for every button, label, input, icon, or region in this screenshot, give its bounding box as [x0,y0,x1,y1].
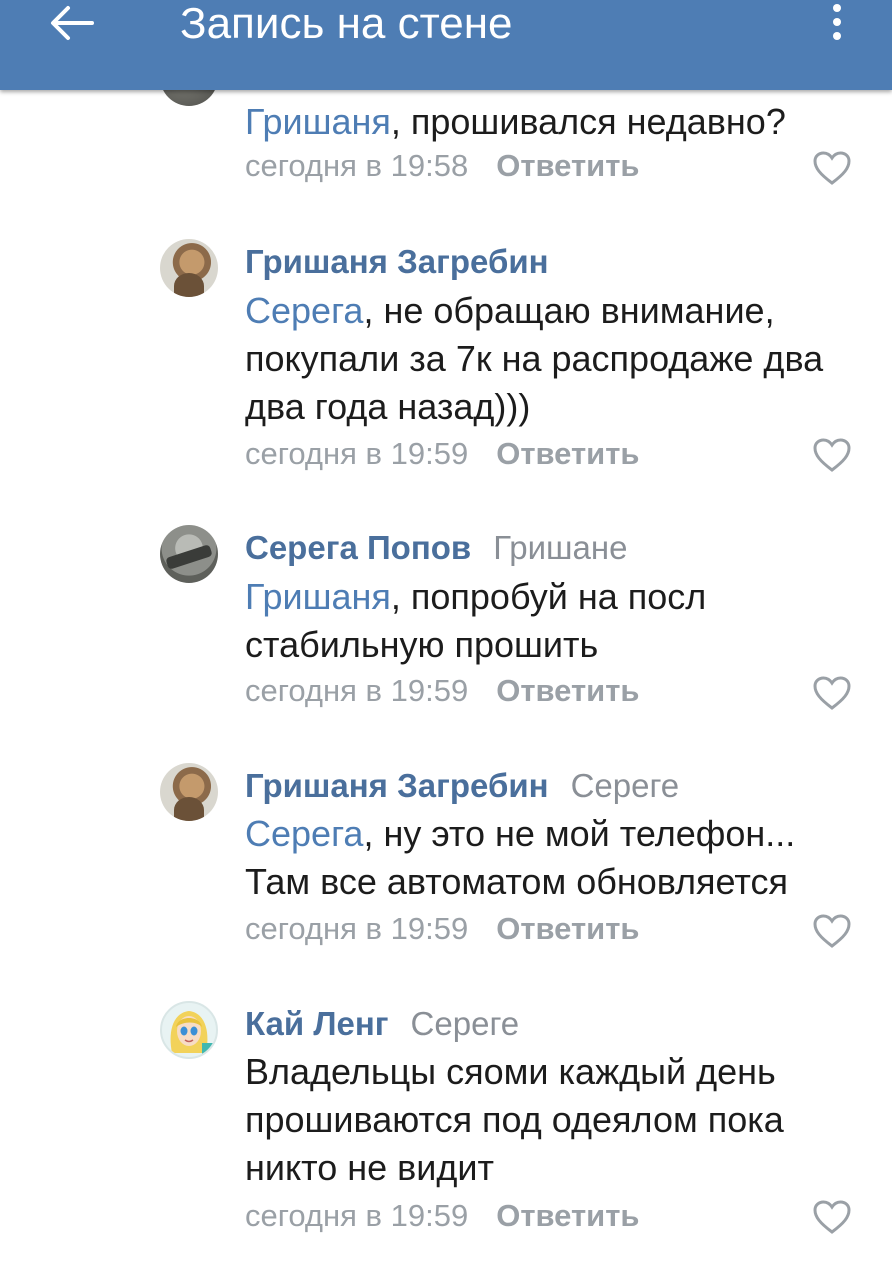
author-name[interactable]: Гришаня Загребин [245,243,549,280]
comment-header: Серега Попов Гришане [245,528,627,568]
comment-time: сегодня в 19:59 [245,436,469,471]
comment-meta: сегодня в 19:59 Ответить [245,434,639,474]
avatar[interactable] [160,763,218,821]
reply-to-name[interactable]: Гришане [493,529,627,566]
comment-time: сегодня в 19:59 [245,673,469,708]
comment-meta: сегодня в 19:59 Ответить [245,909,639,949]
heart-outline-icon[interactable] [812,150,852,186]
cartoon-avatar-icon [170,1011,214,1055]
author-name[interactable]: Серега Попов [245,529,471,566]
mention-link[interactable]: Серега [245,290,363,331]
comment-meta: сегодня в 19:59 Ответить [245,1196,639,1236]
comment-time: сегодня в 19:58 [245,148,469,183]
reply-button[interactable]: Ответить [496,673,639,708]
comment-header: Кай Ленг Сереге [245,1004,519,1044]
comment-time: сегодня в 19:59 [245,911,469,946]
comment-text: Серега, не обращаю внимание, покупали за … [245,290,824,427]
avatar[interactable] [160,239,218,297]
reply-button[interactable]: Ответить [496,148,639,183]
heart-outline-icon[interactable] [812,437,852,473]
reply-button[interactable]: Ответить [496,911,639,946]
author-name[interactable]: Кай Ленг [245,1005,389,1042]
mention-link[interactable]: Гришаня [245,576,391,617]
avatar[interactable] [160,525,218,583]
comment-header: Гришаня Загребин [245,242,549,282]
back-button[interactable] [48,4,98,42]
comment-text: Владельцы сяоми каждый день прошиваются п… [245,1051,784,1188]
page-title: Запись на стене [180,0,513,48]
comment-text: Гришаня, прошивался недавно? [245,101,786,142]
avatar[interactable] [160,1001,218,1059]
mention-link[interactable]: Серега [245,813,363,854]
comment-text: Гришаня, попробуй на посл стабильную прош… [245,576,707,665]
more-vertical-icon [833,4,841,12]
comment-header: Гришаня Загребин Сереге [245,766,679,806]
reply-button[interactable]: Ответить [496,1198,639,1233]
app-bar: Запись на стене [0,0,892,90]
comment-meta: сегодня в 19:58 Ответить [245,146,639,186]
reply-to-name[interactable]: Сереге [411,1005,520,1042]
author-name[interactable]: Гришаня Загребин [245,767,549,804]
heart-outline-icon[interactable] [812,913,852,949]
heart-outline-icon[interactable] [812,1199,852,1235]
reply-to-name[interactable]: Сереге [571,767,680,804]
mention-link[interactable]: Гришаня [245,101,391,142]
comment-time: сегодня в 19:59 [245,1198,469,1233]
heart-outline-icon[interactable] [812,675,852,711]
comment-meta: сегодня в 19:59 Ответить [245,671,639,711]
more-options-button[interactable] [820,2,854,44]
reply-button[interactable]: Ответить [496,436,639,471]
arrow-left-icon [51,6,94,40]
comment-text: Серега, ну это не мой телефон... Там все … [245,813,796,902]
